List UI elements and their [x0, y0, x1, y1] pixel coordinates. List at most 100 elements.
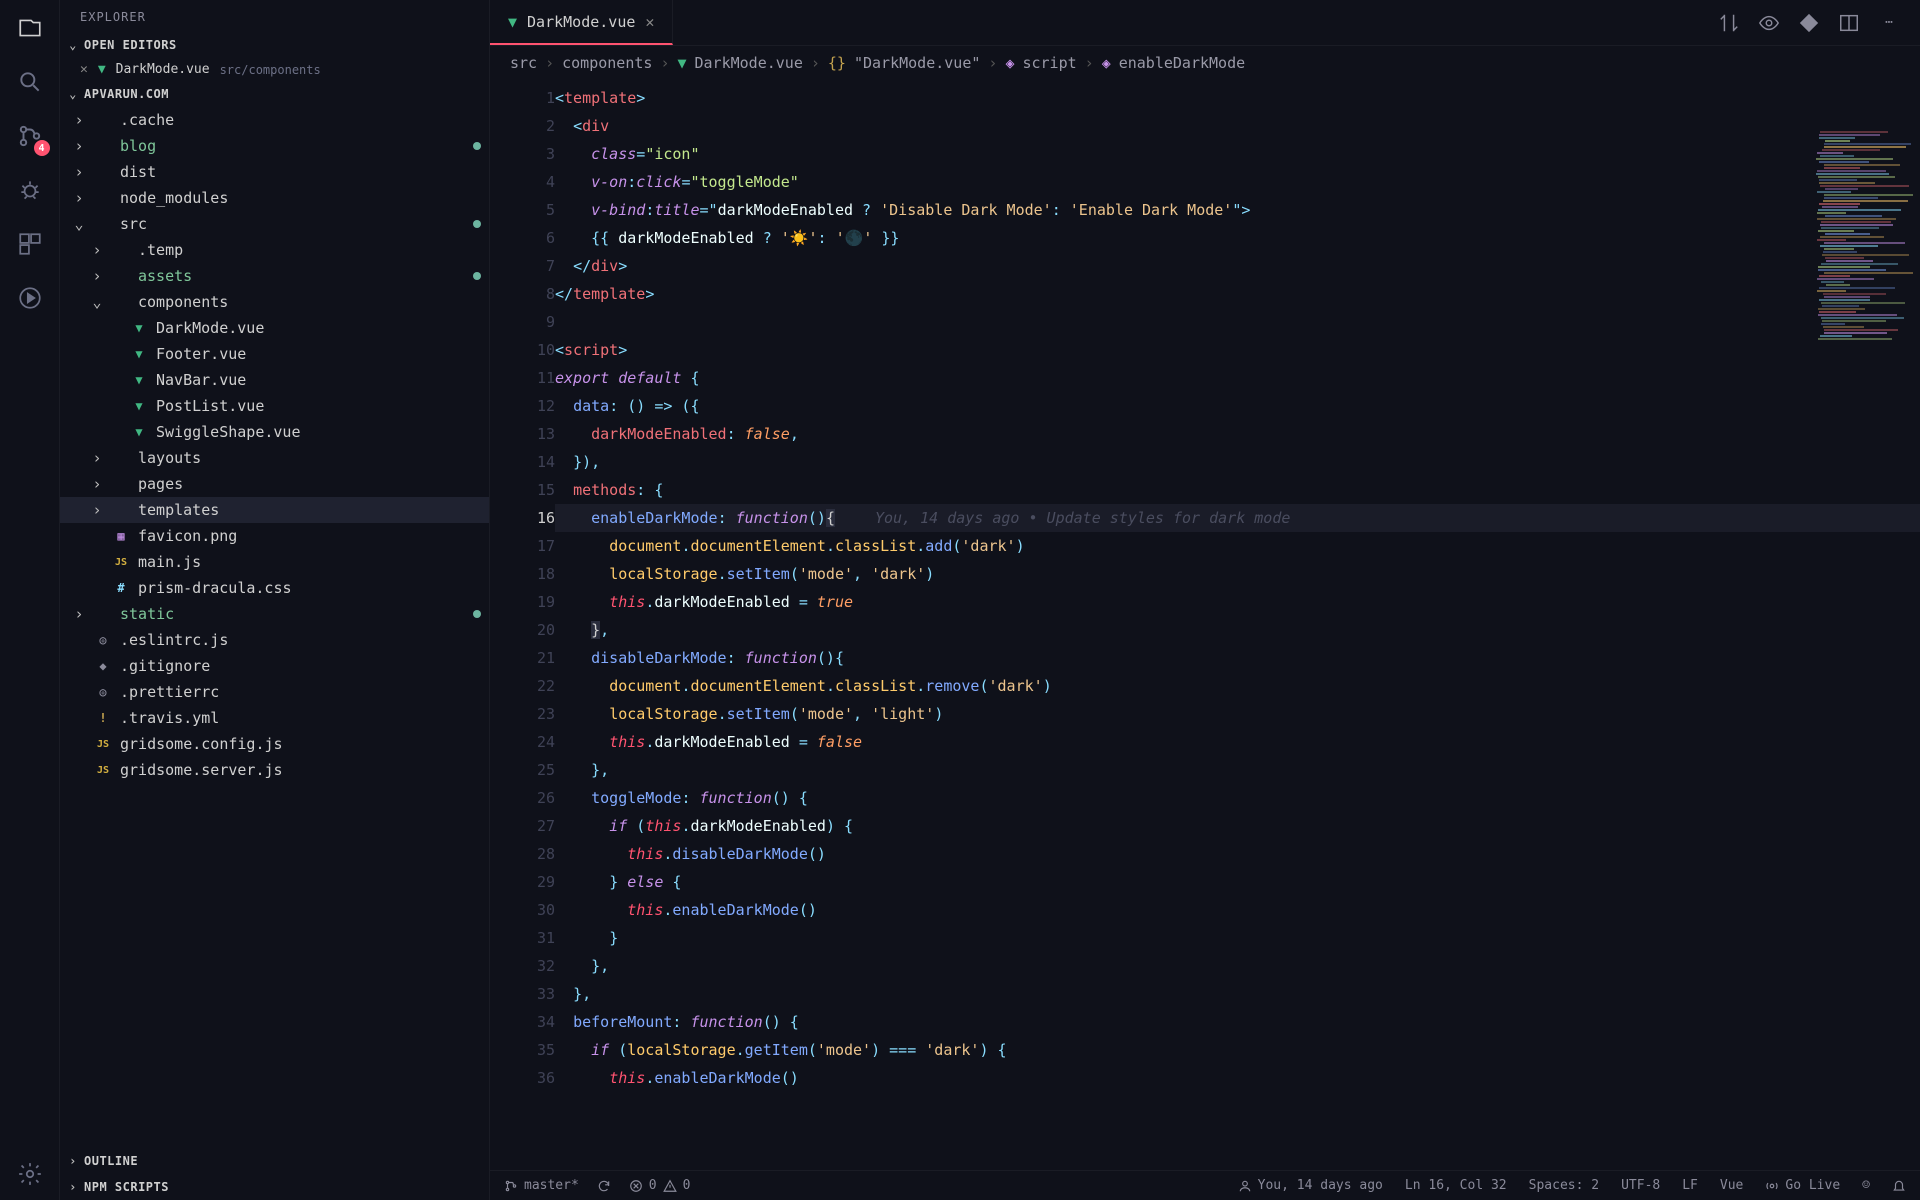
tree-item[interactable]: ⌄src	[60, 211, 489, 237]
tab-darkmode[interactable]: ▼ DarkMode.vue ✕	[490, 0, 673, 45]
file-tree: ›.cache›blog›dist›node_modules⌄src›.temp…	[60, 107, 489, 1148]
tree-item[interactable]: ›templates	[60, 497, 489, 523]
warn-icon: !	[94, 709, 112, 727]
breadcrumbs[interactable]: src› components› ▼DarkMode.vue› {}"DarkM…	[490, 46, 1920, 80]
tree-item[interactable]: ›static	[60, 601, 489, 627]
tab-actions: ⋯	[1718, 0, 1920, 45]
folder-icon	[112, 501, 130, 519]
compare-icon[interactable]	[1718, 12, 1740, 34]
chevron-right-icon: ›	[90, 241, 104, 259]
tree-item[interactable]: JS gridsome.config.js	[60, 731, 489, 757]
tree-item[interactable]: ›node_modules	[60, 185, 489, 211]
eol-status[interactable]: LF	[1682, 1178, 1698, 1193]
tree-item-label: gridsome.config.js	[120, 735, 283, 753]
img-icon: ▦	[112, 527, 130, 545]
git-icon[interactable]	[1798, 12, 1820, 34]
tree-item[interactable]: ◎.prettierrc	[60, 679, 489, 705]
close-icon[interactable]: ✕	[645, 13, 654, 31]
chevron-down-icon: ⌄	[68, 38, 78, 52]
tree-item[interactable]: JSmain.js	[60, 549, 489, 575]
folder-icon	[94, 605, 112, 623]
feedback-icon[interactable]: ☺	[1862, 1178, 1870, 1193]
tree-item[interactable]: ▼DarkMode.vue	[60, 315, 489, 341]
tree-item[interactable]: ›.cache	[60, 107, 489, 133]
tree-item[interactable]: ▼PostList.vue	[60, 393, 489, 419]
vue-icon: ▼	[130, 319, 148, 337]
tree-item[interactable]: ◆.gitignore	[60, 653, 489, 679]
folder-icon	[94, 215, 112, 233]
tree-item[interactable]: ›layouts	[60, 445, 489, 471]
search-icon[interactable]	[14, 66, 46, 98]
folder-icon	[94, 111, 112, 129]
folder-icon	[112, 241, 130, 259]
css-icon: #	[112, 579, 130, 597]
debug-icon[interactable]	[14, 174, 46, 206]
tree-item[interactable]: ›blog	[60, 133, 489, 159]
modified-dot-icon	[473, 272, 481, 280]
extensions-icon[interactable]	[14, 228, 46, 260]
chevron-down-icon: ⌄	[90, 293, 104, 311]
spaces-status[interactable]: Spaces: 2	[1529, 1178, 1599, 1193]
folder-icon	[94, 137, 112, 155]
outline-section[interactable]: › OUTLINE	[60, 1148, 489, 1174]
tree-item-label: node_modules	[120, 189, 228, 207]
explorer-icon[interactable]	[14, 12, 46, 44]
tree-item[interactable]: ›assets	[60, 263, 489, 289]
tree-item-label: static	[120, 605, 174, 623]
tree-item[interactable]: JSgridsome.server.js	[60, 757, 489, 783]
vue-icon: ▼	[508, 13, 517, 31]
cursor-pos[interactable]: Ln 16, Col 32	[1405, 1178, 1507, 1193]
tree-item[interactable]: ◎.eslintrc.js	[60, 627, 489, 653]
source-control-icon[interactable]: 4	[14, 120, 46, 152]
more-icon[interactable]: ⋯	[1878, 12, 1900, 34]
split-icon[interactable]	[1838, 12, 1860, 34]
tree-item-label: assets	[138, 267, 192, 285]
chevron-right-icon: ›	[72, 163, 86, 181]
tree-item[interactable]: ⌄components	[60, 289, 489, 315]
code-editor[interactable]: 1234567891011121314151617181920212223242…	[490, 80, 1920, 1170]
chevron-down-icon: ⌄	[68, 87, 78, 101]
language-status[interactable]: Vue	[1720, 1178, 1743, 1193]
vue-icon: ▼	[130, 423, 148, 441]
tree-item[interactable]: ▦favicon.png	[60, 523, 489, 549]
tree-item[interactable]: ▼ NavBar.vue	[60, 367, 489, 393]
settings-gear-icon[interactable]	[14, 1158, 46, 1190]
bell-icon[interactable]	[1892, 1179, 1906, 1193]
live-icon[interactable]	[14, 282, 46, 314]
vue-icon: ▼	[130, 345, 148, 363]
problems-status[interactable]: 0 0	[629, 1178, 691, 1193]
preview-icon[interactable]	[1758, 12, 1780, 34]
code-area[interactable]: <template> <div class="icon" v-on:click=…	[555, 80, 1920, 1170]
close-icon[interactable]: ✕	[80, 62, 88, 77]
tree-item[interactable]: # prism-dracula.css	[60, 575, 489, 601]
tree-item-label: prism-dracula.css	[138, 579, 292, 597]
blame-status[interactable]: You, 14 days ago	[1238, 1178, 1383, 1193]
modified-dot-icon	[473, 610, 481, 618]
open-editors-section[interactable]: ⌄ OPEN EDITORS	[60, 32, 489, 58]
sidebar-title: EXPLORER	[60, 0, 489, 32]
open-editor-item[interactable]: ✕ ▼ DarkMode.vue src/components	[60, 58, 489, 81]
sync-icon[interactable]	[597, 1179, 611, 1193]
chevron-right-icon: ›	[90, 475, 104, 493]
chevron-right-icon: ›	[68, 1180, 78, 1194]
npm-section[interactable]: › NPM SCRIPTS	[60, 1174, 489, 1200]
js-icon: JS	[94, 735, 112, 753]
vue-icon: ▼	[130, 371, 148, 389]
tree-item-label: SwiggleShape.vue	[156, 423, 301, 441]
tree-item-label: NavBar.vue	[156, 371, 246, 389]
tree-item-label: layouts	[138, 449, 201, 467]
encoding-status[interactable]: UTF-8	[1621, 1178, 1660, 1193]
tree-item[interactable]: ›.temp	[60, 237, 489, 263]
tree-item[interactable]: !.travis.yml	[60, 705, 489, 731]
tree-item[interactable]: ›pages	[60, 471, 489, 497]
git-icon: ◆	[94, 657, 112, 675]
project-section[interactable]: ⌄ APVARUN.COM	[60, 81, 489, 107]
gear-icon: ◎	[94, 683, 112, 701]
folder-icon	[94, 163, 112, 181]
minimap[interactable]	[1816, 130, 1916, 380]
branch-status[interactable]: master*	[504, 1178, 579, 1193]
tree-item[interactable]: ▼Footer.vue	[60, 341, 489, 367]
tree-item[interactable]: ▼ SwiggleShape.vue	[60, 419, 489, 445]
tree-item[interactable]: ›dist	[60, 159, 489, 185]
golive-status[interactable]: Go Live	[1765, 1178, 1840, 1193]
